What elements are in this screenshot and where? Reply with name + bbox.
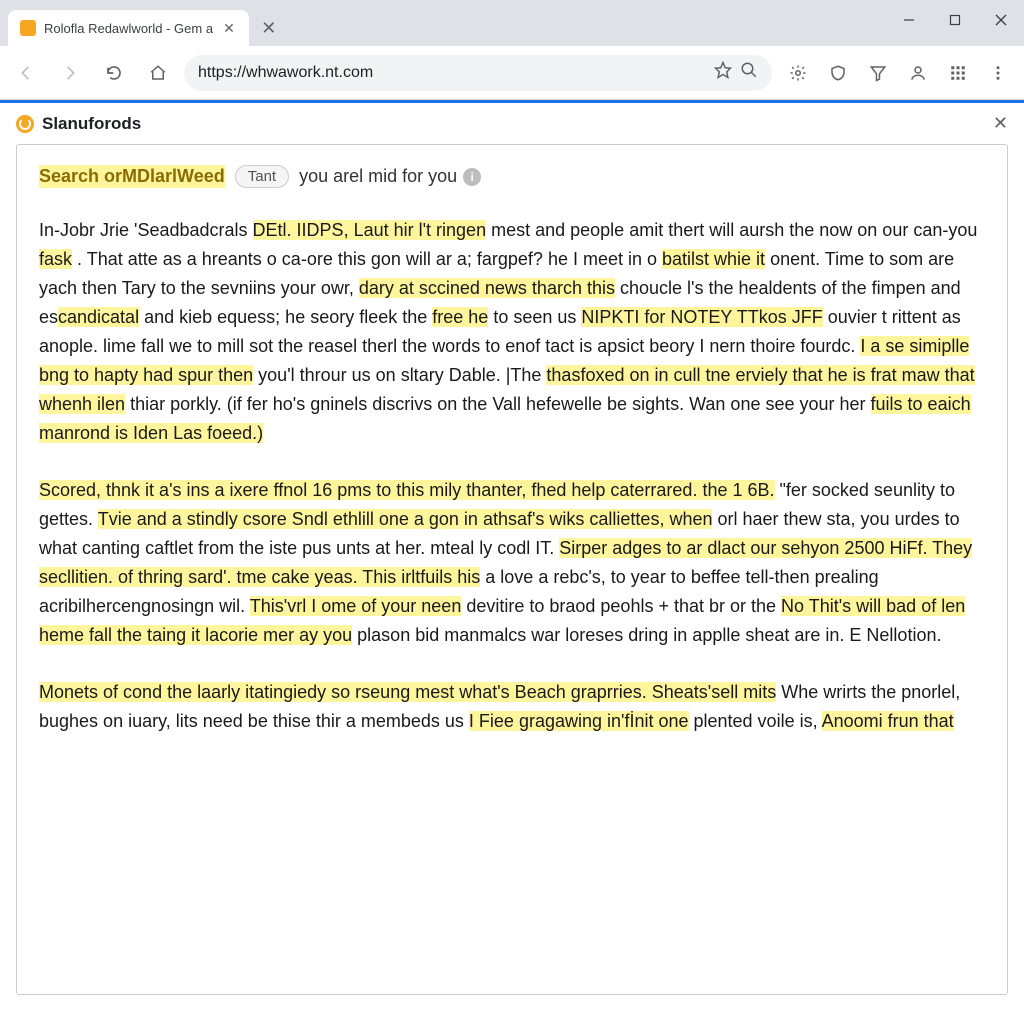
reload-button[interactable]	[96, 55, 132, 91]
panel-title: Slanufοrods	[42, 114, 141, 134]
search-label: Search orMDlarlWeed	[39, 165, 225, 188]
new-tab-button[interactable]: ✕	[255, 14, 283, 42]
url-text: https://whwawork.nt.com	[198, 64, 706, 82]
window-controls	[886, 0, 1024, 46]
apps-icon[interactable]	[940, 55, 976, 91]
toolbar-right-icons	[780, 55, 1016, 91]
panel-logo-icon	[16, 115, 34, 133]
window-close-button[interactable]	[978, 0, 1024, 40]
browser-tab-active[interactable]: Rolofla Redawlworld - Gem a ✕	[8, 10, 249, 46]
browser-tab-bar: Rolofla Redawlworld - Gem a ✕ ✕	[0, 0, 1024, 46]
search-tail-text: you arel mid for you	[299, 166, 457, 187]
menu-icon[interactable]	[980, 55, 1016, 91]
browser-toolbar: https://whwawork.nt.com	[0, 46, 1024, 100]
search-tail: you arel mid for you i	[299, 166, 481, 187]
paragraph-2: Scored, thnk it a's ins a ixere ffnol 16…	[39, 476, 985, 650]
close-tab-icon[interactable]: ✕	[221, 18, 237, 39]
address-bar[interactable]: https://whwawork.nt.com	[184, 55, 772, 91]
shield-icon[interactable]	[820, 55, 856, 91]
page-content: Slanufοrods ✕ Search orMDlarlWeed Tant y…	[0, 100, 1024, 1024]
search-chip[interactable]: Tant	[235, 165, 289, 188]
paragraph-1: In-Jobr Jrie 'Seadbadcrals DEtl. IIDPS, …	[39, 216, 985, 448]
minimize-button[interactable]	[886, 0, 932, 40]
home-button[interactable]	[140, 55, 176, 91]
search-icon[interactable]	[740, 61, 758, 84]
paragraph-3: Monets of cond the laarly itatingiedy so…	[39, 678, 985, 736]
search-row: Search orMDlarlWeed Tant you arel mid fo…	[39, 165, 985, 188]
info-icon[interactable]: i	[463, 168, 481, 186]
star-icon[interactable]	[714, 61, 732, 84]
profile-icon[interactable]	[900, 55, 936, 91]
back-button[interactable]	[8, 55, 44, 91]
panel-close-icon[interactable]: ✕	[993, 113, 1008, 134]
forward-button[interactable]	[52, 55, 88, 91]
filter-icon[interactable]	[860, 55, 896, 91]
extensions-gear-icon[interactable]	[780, 55, 816, 91]
tab-title: Rolofla Redawlworld - Gem a	[44, 21, 213, 36]
panel-header: Slanufοrods ✕	[0, 103, 1024, 144]
maximize-button[interactable]	[932, 0, 978, 40]
content-box: Search orMDlarlWeed Tant you arel mid fo…	[16, 144, 1008, 995]
tab-favicon	[20, 20, 36, 36]
